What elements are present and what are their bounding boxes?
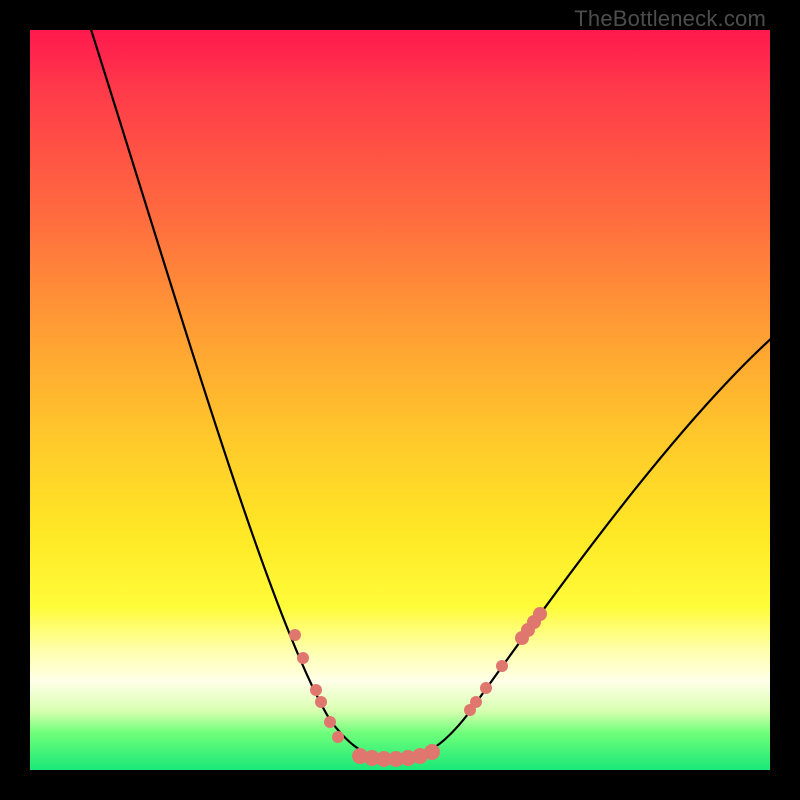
marker [315,696,327,708]
curve-layer [30,30,770,770]
chart-frame: TheBottleneck.com [0,0,800,800]
markers-bottom [352,744,440,767]
bottleneck-curve [88,30,770,758]
marker [310,684,322,696]
marker [297,652,309,664]
watermark-text: TheBottleneck.com [574,6,766,32]
marker [324,716,336,728]
marker [470,696,482,708]
marker [289,629,301,641]
marker [496,660,508,672]
marker [424,744,440,760]
marker [533,607,547,621]
plot-area [30,30,770,770]
marker [332,731,344,743]
markers-right [464,607,547,716]
marker [480,682,492,694]
